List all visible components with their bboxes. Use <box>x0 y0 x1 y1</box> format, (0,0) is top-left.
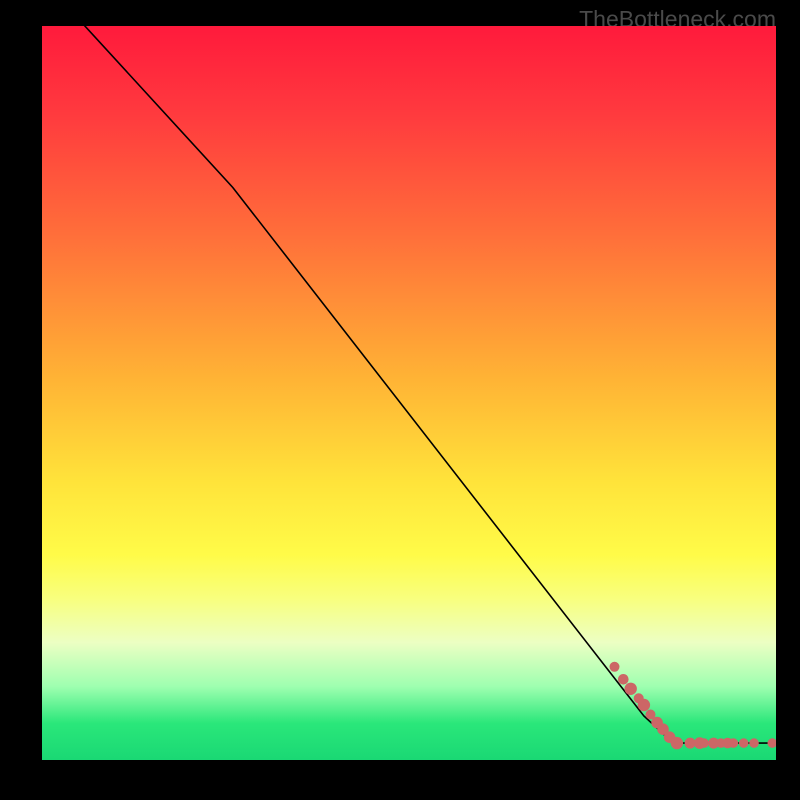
data-point <box>671 737 683 749</box>
data-point <box>618 674 629 685</box>
data-points <box>610 662 777 750</box>
data-point <box>729 738 739 748</box>
chart-svg <box>42 26 776 760</box>
data-point <box>610 662 620 672</box>
data-point <box>699 738 709 748</box>
data-point <box>638 699 650 711</box>
chart-frame <box>42 26 776 760</box>
data-point <box>625 683 637 695</box>
data-point <box>739 738 749 748</box>
data-point <box>768 738 777 748</box>
data-point <box>749 738 759 748</box>
bottleneck-curve <box>71 26 776 743</box>
